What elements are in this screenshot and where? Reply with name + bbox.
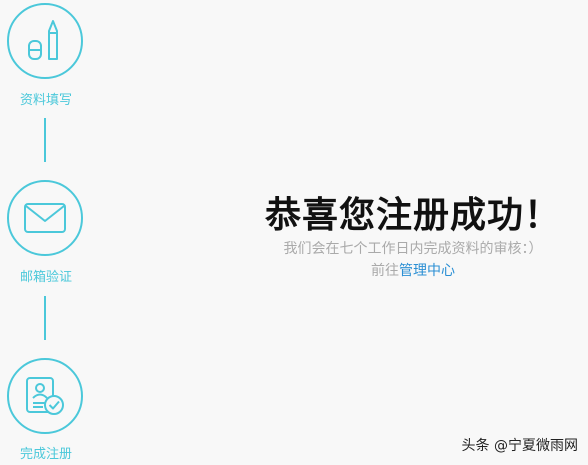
watermark: 头条 @宁夏微雨网 [461,438,578,454]
step-complete-circle [7,358,83,434]
id-card-check-icon [26,377,64,415]
review-notice: 我们会在七个工作日内完成资料的审核：） [283,241,543,257]
fill-info-icon [28,20,58,60]
registration-steps: 资料填写 邮箱验证 完成注册 [0,0,95,465]
management-center-link[interactable]: 管理中心 [399,263,455,279]
step-label-fill-info: 资料填写 [19,93,72,108]
success-title: 恭喜您注册成功！ [264,194,561,236]
goto-prefix: 前往 [371,263,399,279]
mail-icon [24,203,66,233]
step-label-mail: 邮箱验证 [19,270,72,285]
step-label-complete: 完成注册 [19,447,72,462]
step-connector [44,118,46,162]
success-panel: 恭喜您注册成功！ 我们会在七个工作日内完成资料的审核：） 前往管理中心 [258,190,568,282]
step-fill-info-circle [7,3,83,79]
step-connector [44,296,46,340]
step-mail-circle [7,180,83,256]
goto-line: 前往管理中心 [258,260,568,282]
